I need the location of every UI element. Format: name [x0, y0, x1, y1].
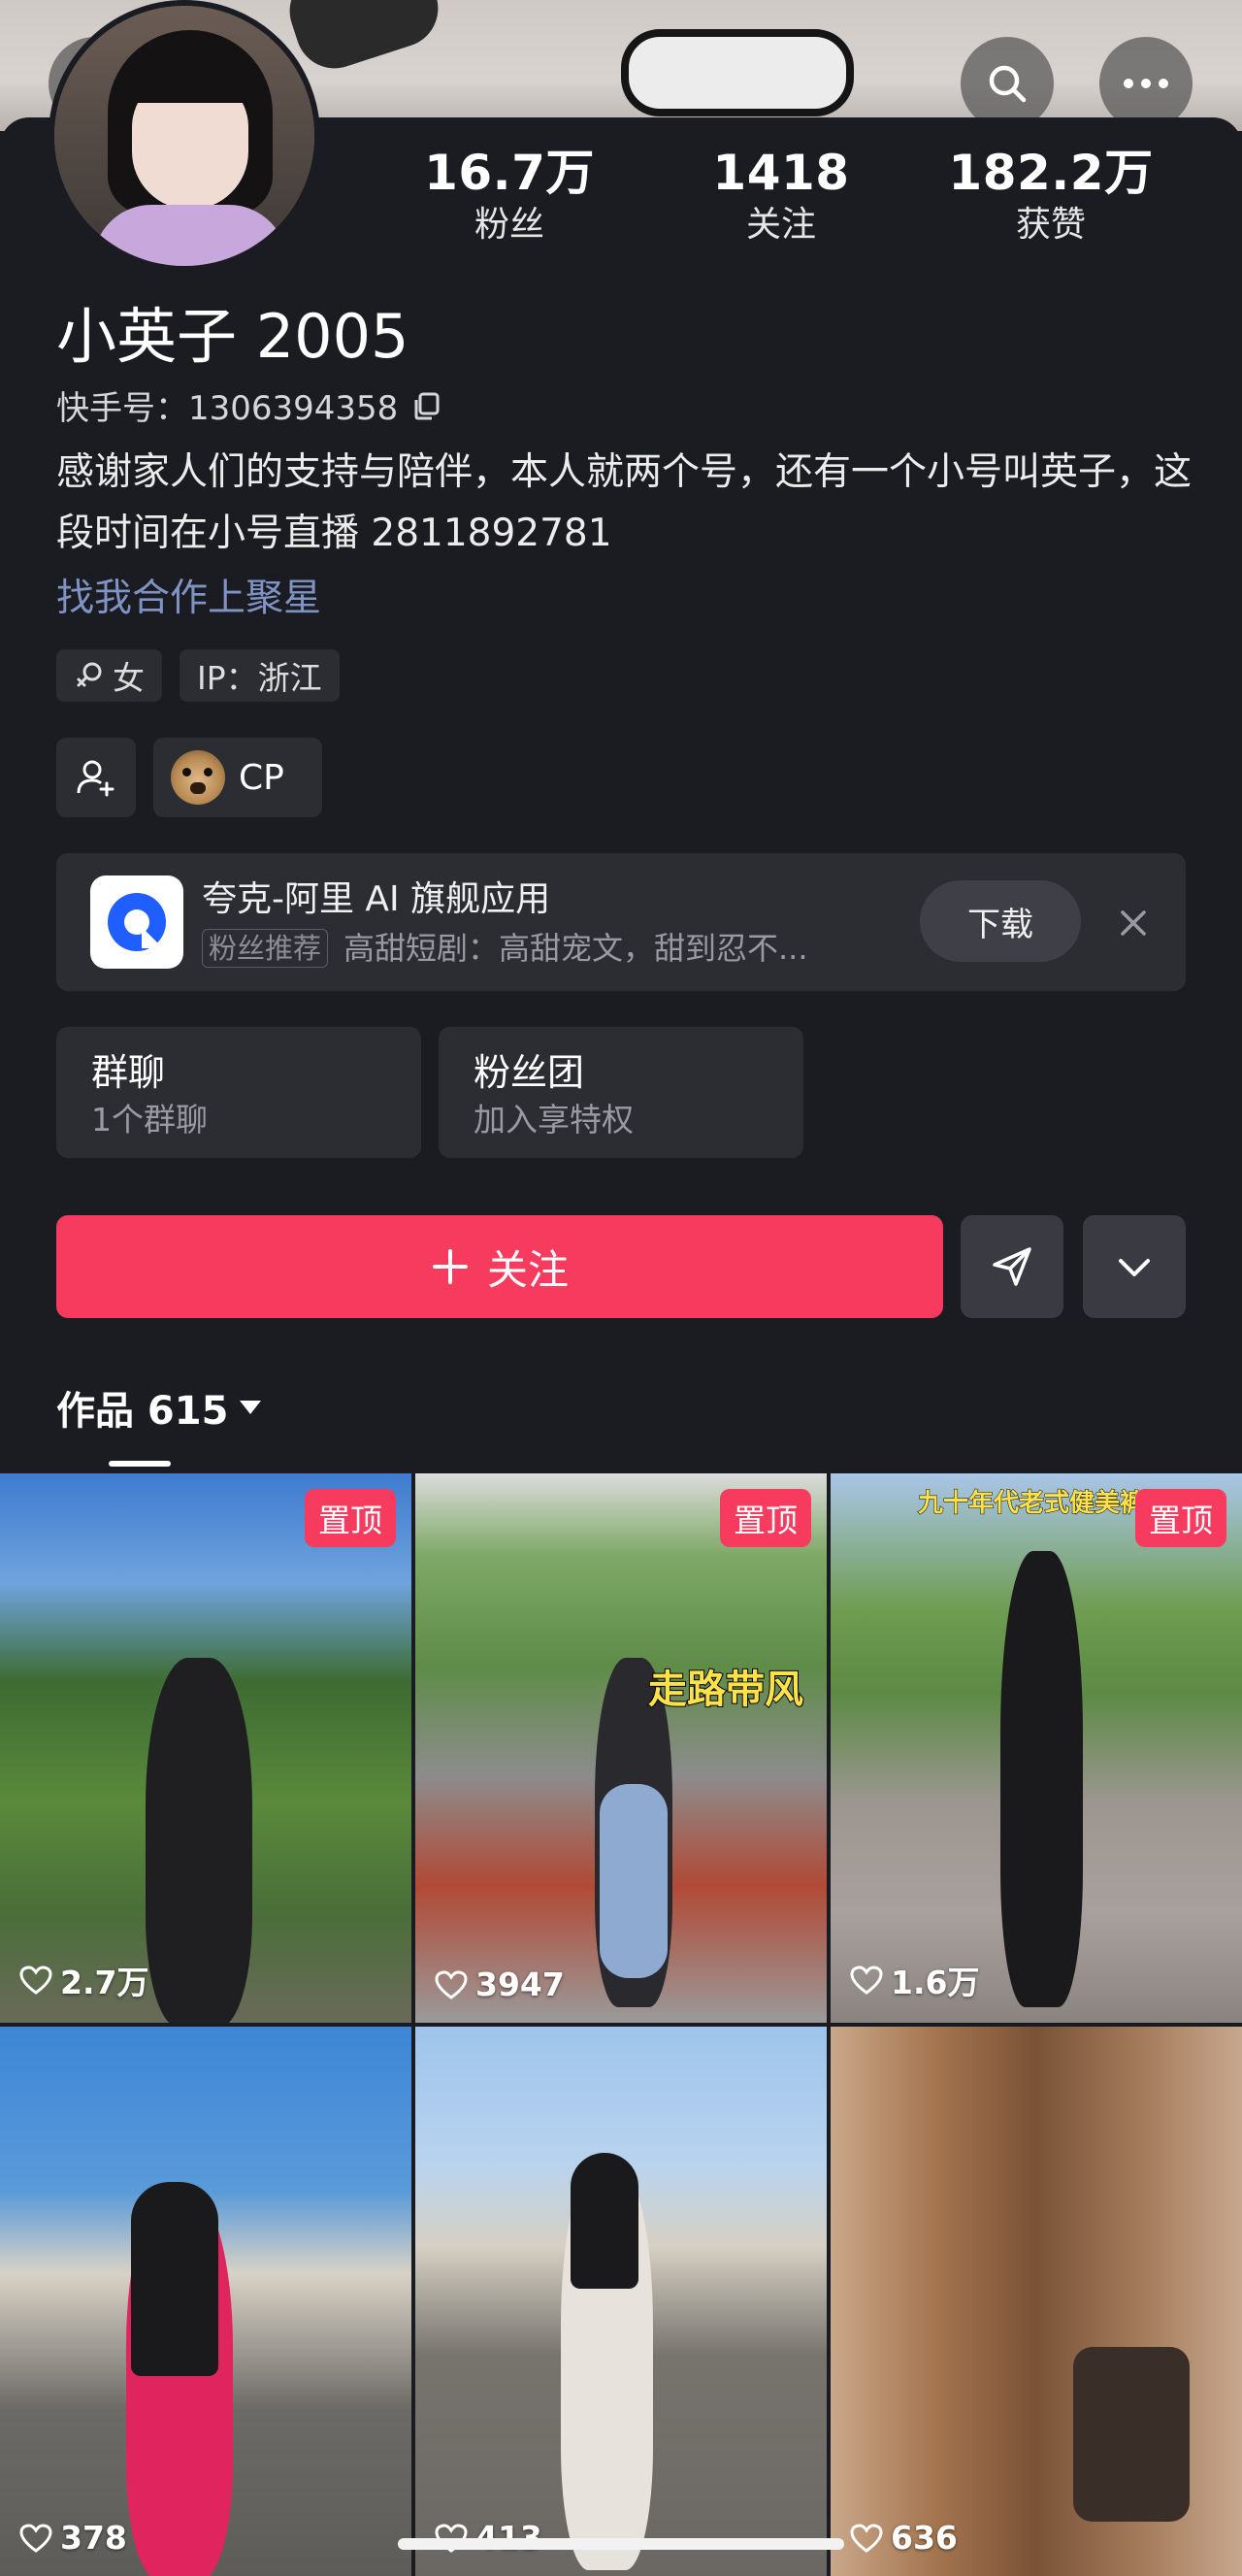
- cp-button[interactable]: CP: [153, 738, 322, 817]
- likes-count: 378: [19, 2519, 127, 2557]
- group-chat-card[interactable]: 群聊 1个群聊: [56, 1027, 421, 1158]
- dropdown-button[interactable]: [1083, 1215, 1186, 1318]
- stat-number: 16.7万: [424, 145, 595, 201]
- heart-icon: [19, 1965, 52, 1995]
- close-icon: [1121, 910, 1146, 936]
- female-icon: [77, 662, 102, 687]
- ad-title: 夸克-阿里 AI 旗舰应用: [202, 879, 551, 919]
- pinned-badge: 置顶: [720, 1489, 811, 1547]
- video-thumbnail-jeans: [600, 1784, 668, 1978]
- plus-icon: [432, 1249, 468, 1284]
- video-tile[interactable]: 413: [415, 2027, 827, 2576]
- ip-text: IP：浙江: [197, 659, 322, 697]
- kuaishou-id-row[interactable]: 快手号：1306394358: [56, 381, 442, 429]
- tab-works[interactable]: 作品 615: [56, 1379, 263, 1436]
- download-button[interactable]: 下载: [920, 880, 1081, 962]
- send-icon: [993, 1247, 1031, 1286]
- kuaishou-id: 快手号：1306394358: [56, 389, 399, 428]
- tab-works-label: 作品 615: [56, 1389, 229, 1434]
- close-ad-button[interactable]: [1106, 896, 1160, 950]
- likes-count: 1.6万: [850, 1957, 979, 2003]
- more-icon: [1124, 79, 1168, 88]
- profile-bio: 感谢家人们的支持与陪伴，本人就两个号，还有一个小号叫英子，这段时间在小号直播 2…: [56, 450, 1193, 555]
- stat-label: 关注: [745, 205, 816, 245]
- video-tile[interactable]: 置顶 2.7万: [0, 1473, 411, 2023]
- profile-panel: 16.7万 粉丝 1418 关注 182.2万 获赞 小英子 2005 快手号：…: [0, 117, 1242, 1476]
- likes-count: 636: [850, 2519, 958, 2557]
- video-caption: 九十年代老式健美裤: [917, 1489, 1146, 1519]
- likes-count: 2.7万: [19, 1957, 148, 2003]
- likes-number: 3947: [475, 1965, 565, 2003]
- cover-shoe-light: [621, 29, 854, 116]
- stat-label: 粉丝: [474, 205, 544, 245]
- video-tile[interactable]: 置顶 走路带风 3947: [415, 1473, 827, 2023]
- heart-icon: [19, 2523, 52, 2553]
- heart-icon: [850, 2523, 883, 2553]
- ip-chip: IP：浙江: [180, 649, 340, 702]
- video-tile[interactable]: 378: [0, 2027, 411, 2576]
- video-thumbnail-figure: [1000, 1551, 1083, 2007]
- stat-followers[interactable]: 16.7万 粉丝: [403, 143, 616, 248]
- cp-label: CP: [239, 757, 284, 798]
- follow-button[interactable]: 关注: [56, 1215, 943, 1318]
- card-subtitle: 1个群聊: [91, 1101, 208, 1139]
- search-button[interactable]: [961, 37, 1054, 130]
- likes-number: 1.6万: [891, 1964, 980, 2001]
- stat-number: 1418: [712, 145, 850, 201]
- ad-description: 高甜短剧：高甜宠文，甜到忍不...: [343, 930, 808, 967]
- video-thumbnail-figure: [146, 1658, 252, 2023]
- ad-banner[interactable]: 夸克-阿里 AI 旗舰应用 粉丝推荐 高甜短剧：高甜宠文，甜到忍不... 下载: [56, 853, 1186, 991]
- video-thumbnail-object: [1073, 2347, 1190, 2522]
- video-thumbnail-hair: [131, 2182, 218, 2376]
- card-title: 群聊: [91, 1051, 166, 1094]
- add-friend-button[interactable]: [56, 738, 136, 817]
- quark-logo-icon: [90, 875, 183, 969]
- video-thumbnail-hair: [571, 2153, 638, 2289]
- likes-number: 2.7万: [60, 1964, 149, 2001]
- stat-label: 获赞: [1015, 205, 1086, 245]
- cooperation-link[interactable]: 找我合作上聚星: [56, 568, 321, 622]
- card-title: 粉丝团: [474, 1051, 585, 1094]
- likes-number: 378: [60, 2519, 127, 2557]
- ad-tag: 粉丝推荐: [202, 929, 329, 968]
- cp-avatar: [171, 750, 225, 805]
- home-indicator[interactable]: [398, 2538, 844, 2550]
- add-user-icon: [77, 760, 114, 797]
- search-icon: [989, 65, 1027, 103]
- tab-indicator: [109, 1461, 171, 1467]
- heart-icon: [435, 1969, 468, 1999]
- video-tile[interactable]: 636: [831, 2027, 1242, 2576]
- video-grid: 置顶 2.7万 置顶 走路带风 3947 九十年代老式健美裤 置顶 1.6万 3…: [0, 1473, 1242, 2576]
- card-subtitle: 加入享特权: [474, 1101, 634, 1139]
- caret-down-icon: [240, 1401, 262, 1414]
- pinned-badge: 置顶: [1135, 1489, 1226, 1547]
- gender-chip: 女: [56, 649, 162, 702]
- heart-icon: [850, 1965, 883, 1995]
- video-tile[interactable]: 九十年代老式健美裤 置顶 1.6万: [831, 1473, 1242, 2023]
- stat-following[interactable]: 1418 关注: [674, 143, 888, 248]
- profile-name: 小英子 2005: [56, 301, 409, 372]
- more-button[interactable]: [1099, 37, 1193, 130]
- fan-group-card[interactable]: 粉丝团 加入享特权: [439, 1027, 803, 1158]
- chevron-down-icon: [1119, 1259, 1150, 1276]
- video-caption: 走路带风: [647, 1667, 804, 1713]
- pinned-badge: 置顶: [305, 1489, 396, 1547]
- stat-number: 182.2万: [948, 145, 1154, 201]
- follow-label: 关注: [486, 1245, 569, 1294]
- stat-likes[interactable]: 182.2万 获赞: [944, 143, 1158, 248]
- likes-number: 636: [891, 2519, 958, 2557]
- avatar[interactable]: [49, 0, 320, 272]
- share-button[interactable]: [961, 1215, 1063, 1318]
- copy-icon[interactable]: [411, 390, 442, 421]
- gender-text: 女: [113, 659, 145, 697]
- likes-count: 3947: [435, 1965, 565, 2003]
